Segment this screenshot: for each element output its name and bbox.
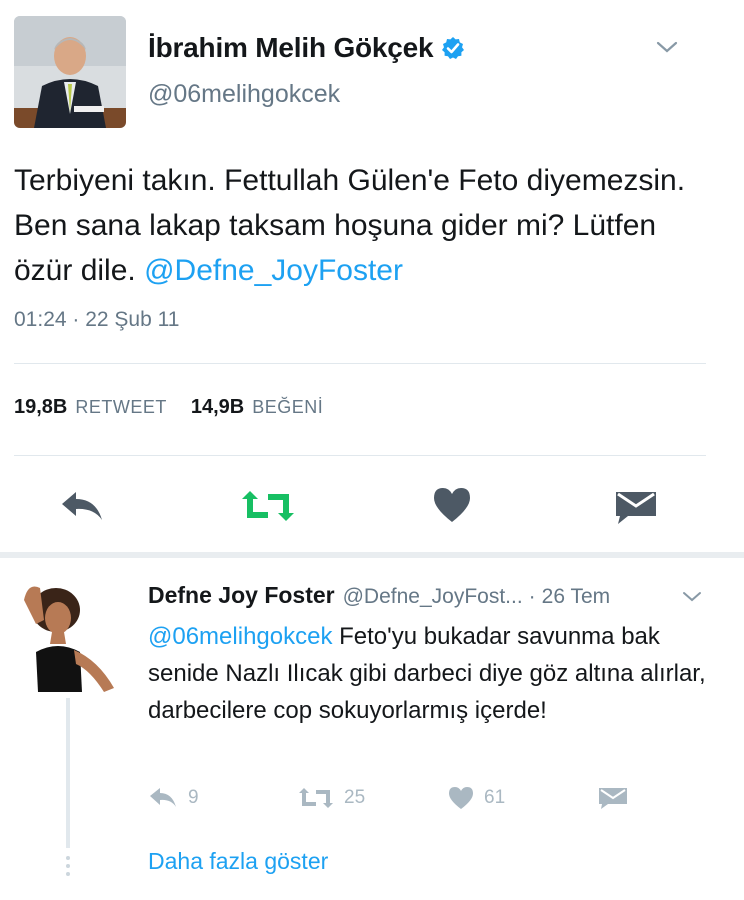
chevron-down-icon[interactable] xyxy=(652,36,682,58)
reply-author-avatar[interactable] xyxy=(18,580,116,692)
reply-mention-link[interactable]: @06melihgokcek xyxy=(148,623,332,650)
show-more-link[interactable]: Daha fazla göster xyxy=(148,848,328,875)
reply-text: @06melihgokcek Feto'yu bukadar savunma b… xyxy=(148,618,708,729)
reply-message-button[interactable] xyxy=(598,786,628,810)
reply-like-button[interactable]: 61 xyxy=(448,786,505,810)
retweet-button[interactable] xyxy=(240,488,296,524)
reply-retweet-count: 25 xyxy=(344,787,366,808)
reply-retweet-button[interactable]: 25 xyxy=(298,786,365,810)
thread-more-dots xyxy=(64,854,72,878)
retweets-label[interactable]: RETWEET xyxy=(75,397,167,418)
like-button[interactable] xyxy=(432,486,472,524)
reply-count: 9 xyxy=(188,787,199,808)
main-tweet: İbrahim Melih Gökçek @06melihgokcek Terb… xyxy=(0,0,744,556)
likes-label[interactable]: BEĞENİ xyxy=(252,397,323,418)
heart-icon xyxy=(434,488,470,522)
reply-actions: 9 25 61 xyxy=(148,786,648,816)
likes-count[interactable]: 14,9B xyxy=(191,396,244,419)
reply-like-count: 61 xyxy=(484,787,506,808)
author-display-name[interactable]: İbrahim Melih Gökçek xyxy=(148,32,434,64)
tweet-stats: 19,8B RETWEET 14,9B BEĞENİ xyxy=(14,396,347,419)
retweet-icon xyxy=(299,788,333,808)
reply-reply-button[interactable]: 9 xyxy=(148,786,199,810)
tweet-text: Terbiyeni takın. Fettullah Gülen'e Feto … xyxy=(14,158,714,293)
heart-icon xyxy=(449,787,473,809)
reply-author-name[interactable]: Defne Joy Foster xyxy=(148,582,335,609)
divider xyxy=(14,455,706,456)
reply-header: Defne Joy Foster @Defne_JoyFost... · 26 … xyxy=(148,582,610,609)
reply-tweet[interactable]: Defne Joy Foster @Defne_JoyFost... · 26 … xyxy=(0,558,744,900)
message-icon xyxy=(599,788,627,809)
retweets-count[interactable]: 19,8B xyxy=(14,396,67,419)
reply-author-handle[interactable]: @Defne_JoyFost... xyxy=(343,585,523,609)
chevron-down-icon[interactable] xyxy=(680,588,704,606)
tweet-timestamp[interactable]: 01:24 · 22 Şub 11 xyxy=(14,308,179,332)
message-icon xyxy=(616,492,656,524)
reply-icon xyxy=(150,788,176,807)
reply-button[interactable] xyxy=(58,488,106,524)
reply-icon xyxy=(62,492,102,520)
thread-line xyxy=(66,698,70,848)
divider xyxy=(14,363,706,364)
author-avatar[interactable] xyxy=(14,16,126,128)
reply-time[interactable]: 26 Tem xyxy=(542,585,611,609)
verified-badge-icon xyxy=(441,36,465,60)
author-handle[interactable]: @06melihgokcek xyxy=(148,80,340,109)
retweet-icon xyxy=(242,491,294,521)
tweet-mention-link[interactable]: @Defne_JoyFoster xyxy=(144,254,403,287)
reply-separator: · xyxy=(528,585,536,608)
direct-message-button[interactable] xyxy=(614,488,658,526)
